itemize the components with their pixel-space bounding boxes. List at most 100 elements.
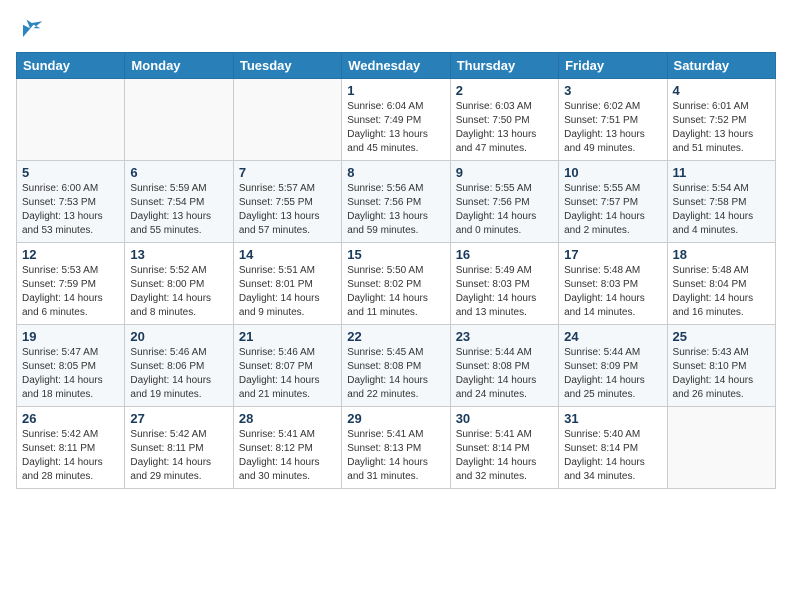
sunrise-text: Sunrise: 5:48 AM [673,264,770,278]
calendar-day-cell: 14 Sunrise: 5:51 AMSunset: 8:01 PMDayligh… [233,243,341,325]
daylight-text: Daylight: 14 hours and 4 minutes. [673,210,770,238]
sunset-text: Sunset: 8:13 PM [347,442,444,456]
calendar-day-cell: 15Sunrise: 5:50 AMSunset: 8:02 PMDayligh… [342,243,450,325]
day-number: 29 [347,411,444,426]
day-number: 21 [239,329,336,344]
sunrise-text: Sunrise: 5:41 AM [239,428,336,442]
day-number: 14 [239,247,336,262]
calendar-week-row: 19Sunrise: 5:47 AMSunset: 8:05 PMDayligh… [17,325,776,407]
daylight-text: Daylight: 13 hours and 57 minutes. [239,210,336,238]
calendar-day-cell: 22Sunrise: 5:45 AMSunset: 8:08 PMDayligh… [342,325,450,407]
sunset-text: Sunset: 7:49 PM [347,114,444,128]
sunrise-text: Sunrise: 5:46 AM [239,346,336,360]
calendar-day-cell: 18Sunrise: 5:48 AMSunset: 8:04 PMDayligh… [667,243,775,325]
daylight-text: Daylight: 13 hours and 45 minutes. [347,128,444,156]
day-info: Sunrise: 5:54 AMSunset: 7:58 PMDaylight:… [673,182,770,238]
day-info: Sunrise: 5:42 AMSunset: 8:11 PMDaylight:… [130,428,227,484]
day-info: Sunrise: 5:45 AMSunset: 8:08 PMDaylight:… [347,346,444,402]
calendar-header-row: SundayMondayTuesdayWednesdayThursdayFrid… [17,53,776,79]
sunset-text: Sunset: 8:05 PM [22,360,119,374]
sunset-text: Sunset: 8:14 PM [564,442,661,456]
sunset-text: Sunset: 8:01 PM [239,278,336,292]
sunset-text: Sunset: 8:03 PM [564,278,661,292]
sunrise-text: Sunrise: 5:51 AM [239,264,336,278]
daylight-text: Daylight: 14 hours and 6 minutes. [22,292,119,320]
sunrise-text: Sunrise: 5:41 AM [347,428,444,442]
calendar-day-cell [125,79,233,161]
sunrise-text: Sunrise: 5:44 AM [456,346,553,360]
sunset-text: Sunset: 7:50 PM [456,114,553,128]
sunset-text: Sunset: 7:55 PM [239,196,336,210]
sunset-text: Sunset: 8:03 PM [456,278,553,292]
sunset-text: Sunset: 7:53 PM [22,196,119,210]
day-of-week-header: Friday [559,53,667,79]
day-number: 10 [564,165,661,180]
sunset-text: Sunset: 7:58 PM [673,196,770,210]
daylight-text: Daylight: 14 hours and 21 minutes. [239,374,336,402]
day-info: Sunrise: 5:43 AMSunset: 8:10 PMDaylight:… [673,346,770,402]
calendar-week-row: 12Sunrise: 5:53 AMSunset: 7:59 PMDayligh… [17,243,776,325]
sunset-text: Sunset: 8:10 PM [673,360,770,374]
day-number: 31 [564,411,661,426]
day-number: 11 [673,165,770,180]
day-info: Sunrise: 5:56 AMSunset: 7:56 PMDaylight:… [347,182,444,238]
sunset-text: Sunset: 7:56 PM [456,196,553,210]
calendar-day-cell: 16Sunrise: 5:49 AMSunset: 8:03 PMDayligh… [450,243,558,325]
day-number: 24 [564,329,661,344]
logo-icon [16,16,44,44]
calendar-day-cell: 30Sunrise: 5:41 AMSunset: 8:14 PMDayligh… [450,407,558,489]
day-number: 2 [456,83,553,98]
calendar-day-cell: 28Sunrise: 5:41 AMSunset: 8:12 PMDayligh… [233,407,341,489]
sunrise-text: Sunrise: 5:52 AM [130,264,227,278]
sunrise-text: Sunrise: 5:50 AM [347,264,444,278]
day-number: 3 [564,83,661,98]
sunrise-text: Sunrise: 5:42 AM [130,428,227,442]
day-info: Sunrise: 6:03 AMSunset: 7:50 PMDaylight:… [456,100,553,156]
daylight-text: Daylight: 14 hours and 31 minutes. [347,456,444,484]
calendar-body: 1Sunrise: 6:04 AMSunset: 7:49 PMDaylight… [17,79,776,489]
calendar-day-cell: 20Sunrise: 5:46 AMSunset: 8:06 PMDayligh… [125,325,233,407]
day-number: 27 [130,411,227,426]
sunrise-text: Sunrise: 5:55 AM [564,182,661,196]
day-number: 9 [456,165,553,180]
day-of-week-header: Wednesday [342,53,450,79]
sunrise-text: Sunrise: 6:01 AM [673,100,770,114]
day-number: 15 [347,247,444,262]
calendar-day-cell: 7Sunrise: 5:57 AMSunset: 7:55 PMDaylight… [233,161,341,243]
calendar-day-cell: 26Sunrise: 5:42 AMSunset: 8:11 PMDayligh… [17,407,125,489]
sunrise-text: Sunrise: 6:03 AM [456,100,553,114]
day-number: 6 [130,165,227,180]
sunset-text: Sunset: 8:04 PM [673,278,770,292]
daylight-text: Daylight: 13 hours and 53 minutes. [22,210,119,238]
day-of-week-header: Monday [125,53,233,79]
calendar-day-cell: 21 Sunrise: 5:46 AMSunset: 8:07 PMDayligh… [233,325,341,407]
sunrise-text: Sunrise: 5:48 AM [564,264,661,278]
day-info: Sunrise: 5:41 AMSunset: 8:13 PMDaylight:… [347,428,444,484]
daylight-text: Daylight: 13 hours and 51 minutes. [673,128,770,156]
day-info: Sunrise: 5:46 AMSunset: 8:07 PMDaylight:… [239,346,336,402]
calendar-week-row: 1Sunrise: 6:04 AMSunset: 7:49 PMDaylight… [17,79,776,161]
daylight-text: Daylight: 14 hours and 26 minutes. [673,374,770,402]
calendar-day-cell: 29 Sunrise: 5:41 AMSunset: 8:13 PMDayligh… [342,407,450,489]
day-number: 20 [130,329,227,344]
sunset-text: Sunset: 7:56 PM [347,196,444,210]
sunrise-text: Sunrise: 5:46 AM [130,346,227,360]
calendar-day-cell: 2 Sunrise: 6:03 AMSunset: 7:50 PMDaylight… [450,79,558,161]
day-number: 5 [22,165,119,180]
day-info: Sunrise: 6:04 AMSunset: 7:49 PMDaylight:… [347,100,444,156]
daylight-text: Daylight: 14 hours and 18 minutes. [22,374,119,402]
sunset-text: Sunset: 7:52 PM [673,114,770,128]
sunrise-text: Sunrise: 5:57 AM [239,182,336,196]
day-info: Sunrise: 5:42 AMSunset: 8:11 PMDaylight:… [22,428,119,484]
day-info: Sunrise: 6:00 AMSunset: 7:53 PMDaylight:… [22,182,119,238]
day-number: 13 [130,247,227,262]
calendar-day-cell: 27 Sunrise: 5:42 AMSunset: 8:11 PMDayligh… [125,407,233,489]
daylight-text: Daylight: 14 hours and 9 minutes. [239,292,336,320]
sunrise-text: Sunrise: 5:54 AM [673,182,770,196]
daylight-text: Daylight: 14 hours and 16 minutes. [673,292,770,320]
day-of-week-header: Saturday [667,53,775,79]
day-info: Sunrise: 5:47 AMSunset: 8:05 PMDaylight:… [22,346,119,402]
sunrise-text: Sunrise: 6:04 AM [347,100,444,114]
calendar-day-cell: 13Sunrise: 5:52 AMSunset: 8:00 PMDayligh… [125,243,233,325]
calendar-day-cell: 19Sunrise: 5:47 AMSunset: 8:05 PMDayligh… [17,325,125,407]
